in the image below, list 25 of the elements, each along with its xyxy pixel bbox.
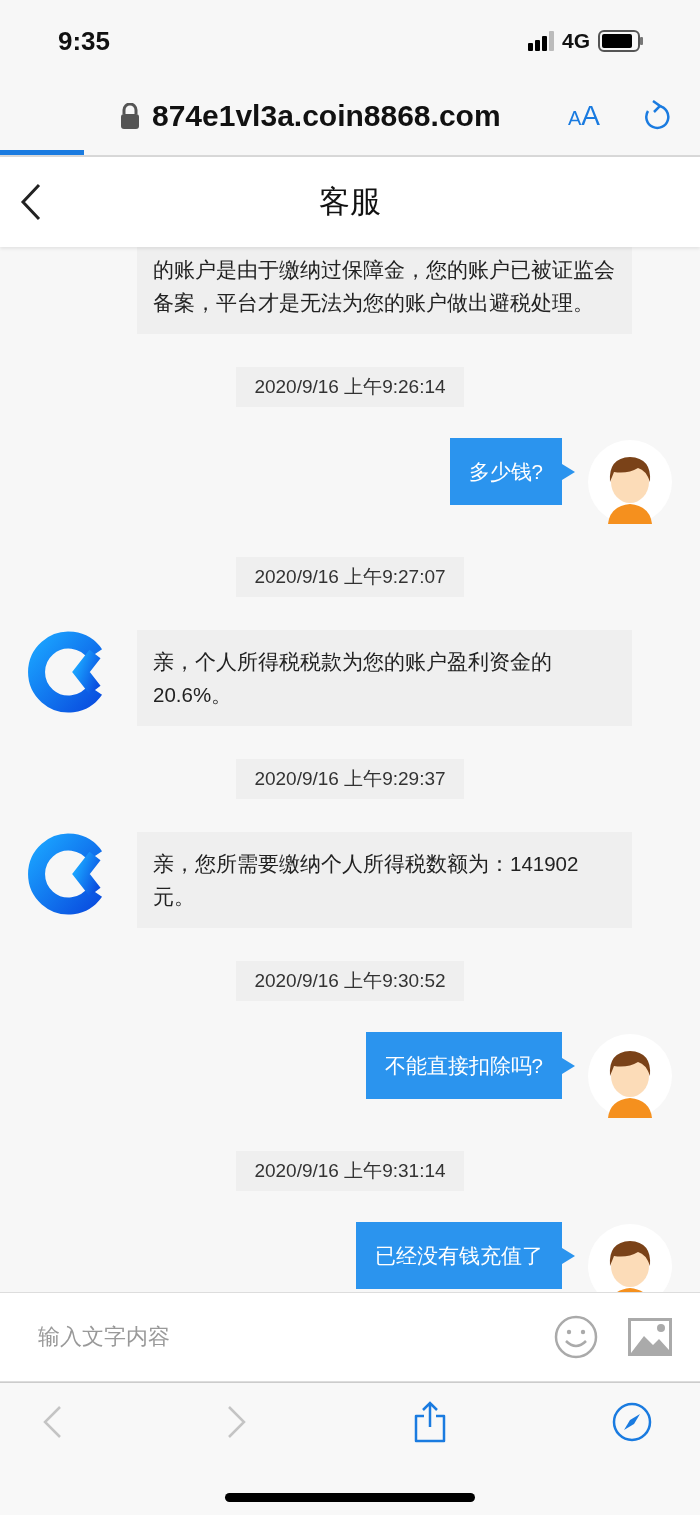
message-text: 的账户是由于缴纳过保障金，您的账户已被证监会 备案，平台才是无法为您的账户做出避税处理。 xyxy=(153,257,616,316)
message-text: 多少钱? xyxy=(468,459,543,485)
timestamp: 2020/9/16 上午9:30:52 xyxy=(236,961,464,1001)
signal-icon xyxy=(528,31,556,51)
compass-icon[interactable] xyxy=(612,1402,652,1442)
clock-time: 9:35 xyxy=(58,25,112,57)
message-text: 亲，个人所得税税款为您的账户盈利资金的 20.6%。 xyxy=(153,649,553,708)
image-icon[interactable] xyxy=(628,1318,672,1356)
reload-icon[interactable] xyxy=(642,100,670,132)
back-icon[interactable] xyxy=(20,183,42,221)
timestamp: 2020/9/16 上午9:31:14 xyxy=(236,1151,464,1191)
message-text: 已经没有钱充值了 xyxy=(375,1243,543,1269)
share-icon[interactable] xyxy=(412,1401,447,1443)
lock-icon xyxy=(120,103,140,129)
page-title: 客服 xyxy=(319,183,381,221)
network-label: 4G xyxy=(562,29,590,53)
emoji-icon[interactable] xyxy=(554,1315,598,1359)
timestamp: 2020/9/16 上午9:26:14 xyxy=(236,367,464,407)
timestamp: 2020/9/16 上午9:27:07 xyxy=(236,557,464,597)
timestamp: 2020/9/16 上午9:29:37 xyxy=(236,759,464,799)
text-size-button[interactable]: AA xyxy=(567,100,600,132)
url-text[interactable]: 874e1vl3a.coin8868.com xyxy=(152,99,568,133)
battery-icon xyxy=(598,30,644,52)
message-text: 亲，您所需要缴纳个人所得税数额为：141902 元。 xyxy=(153,851,580,910)
message-text: 不能直接扣除吗? xyxy=(384,1053,543,1079)
